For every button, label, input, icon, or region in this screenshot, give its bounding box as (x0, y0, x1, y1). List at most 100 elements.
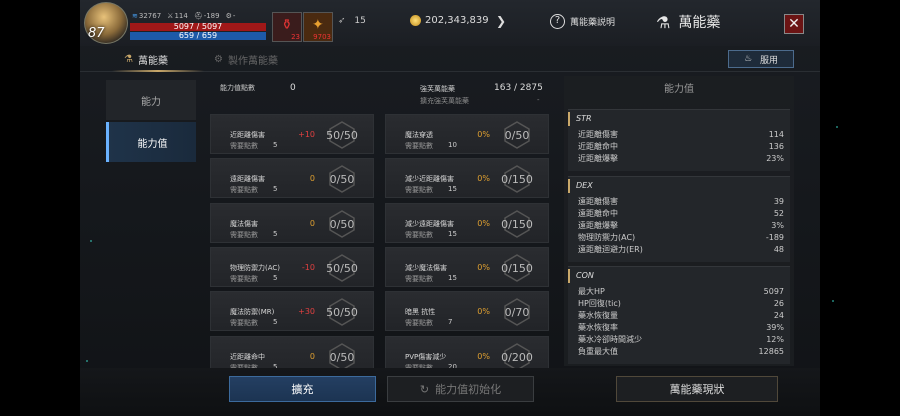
stat-row: 遠距離命中 52 (568, 208, 790, 220)
stat-card-cost: 5 (273, 318, 278, 326)
stat-card-value-text: 0/150 (501, 217, 533, 231)
stat-card[interactable]: 暗黑 抗性 需要點數 7 0% 0/70 (385, 291, 549, 331)
particle (832, 300, 834, 302)
expand-value: 163 / 2875 (494, 83, 543, 93)
stat-card-value: 0/50 (319, 165, 365, 193)
stat-b-value: 114 (174, 12, 188, 20)
stat-card-cost: 5 (273, 274, 278, 282)
stat-card-cost-label: 需要點數 (405, 231, 433, 239)
stats-panel-title: 能力值 (664, 84, 694, 95)
stat-row-label: 遠距離爆擊 (578, 221, 618, 230)
elixir-icon: ⚗ (124, 54, 133, 65)
reset-label: 能力值初始化 (435, 383, 502, 396)
stat-row: 藥水恢復量 24 (568, 310, 790, 322)
tab-elixir-label: 萬能藥 (137, 56, 168, 67)
stat-card-name: 減少遠距離傷害 (405, 220, 454, 228)
stat-card-name: 物理防禦力(AC) (230, 264, 281, 272)
stat-card[interactable]: 減少魔法傷害 需要點數 15 0% 0/150 (385, 247, 549, 287)
stat-card-value: 0/200 (494, 343, 540, 371)
reset-stats-button[interactable]: ↻ 能力值初始化 (387, 376, 534, 402)
tab-craft-elixir[interactable]: ⚙ 製作萬能藥 (214, 52, 278, 67)
stat-row-value: 5097 (763, 287, 784, 296)
stat-row: HP回復(tic) 26 (568, 298, 790, 310)
stat-card-name: 近距離命中 (230, 353, 265, 361)
stat-row-value: 3% (771, 221, 784, 230)
potion-slot-2[interactable]: ✦ 9703 (303, 12, 333, 42)
stat-card-value: 0/150 (494, 165, 540, 193)
coin-icon (410, 15, 421, 26)
help-button[interactable]: ? 萬能藥説明 (550, 14, 615, 29)
stat-card-value: 0/50 (494, 121, 540, 149)
potion-count: 23 (291, 33, 300, 41)
stat-card-bonus: 0 (309, 174, 315, 183)
player-stats: ≋ 32767 ⚔ 114 ⛑ -189 ⚙ - (132, 12, 235, 20)
stat-card[interactable]: 減少遠距離傷害 需要點數 15 0% 0/150 (385, 203, 549, 243)
stat-card-cost: 10 (448, 141, 457, 149)
stat-d: ⚙ - (226, 12, 236, 20)
stat-row-label: 負重最大值 (578, 347, 618, 356)
sidebar-item-ability[interactable]: 能力 (106, 80, 196, 120)
top-bar: 87 ≋ 32767 ⚔ 114 ⛑ -189 ⚙ - 5097 / 5097 659 … (80, 0, 820, 46)
stat-card-name: 減少魔法傷害 (405, 264, 447, 272)
stat-row-value: 114 (768, 130, 784, 139)
stat-card-value: 0/50 (319, 210, 365, 238)
stat-d-value: - (232, 12, 236, 20)
stat-row: 遠距離迴避力(ER) 48 (568, 244, 790, 256)
stat-card-value: 0/50 (319, 343, 365, 371)
stat-card-bonus: 0% (477, 174, 490, 183)
scroll-icon: ✦ (312, 17, 324, 33)
chevron-right-icon[interactable]: ❯ (496, 14, 506, 28)
stat-row-label: 近距離爆擊 (578, 154, 618, 163)
potion-slot-1[interactable]: ⚱ 23 (272, 12, 302, 42)
stat-card-value: 50/50 (319, 121, 365, 149)
refresh-icon: ↻ (419, 382, 430, 396)
potion-icon: ♨ (743, 54, 753, 64)
stat-card-value-text: 0/50 (329, 350, 355, 364)
use-button[interactable]: ♨ 服用 (728, 50, 794, 68)
stat-card-cost: 7 (448, 318, 453, 326)
app-window: 87 ≋ 32767 ⚔ 114 ⛑ -189 ⚙ - 5097 / 5097 659 … (80, 0, 820, 416)
stat-card[interactable]: 魔法防禦(MR) 需要點數 5 +30 50/50 (210, 291, 374, 331)
feather-counter: ➶ 15 (338, 16, 366, 26)
stat-card[interactable]: 遠距離傷害 需要點數 5 0 0/50 (210, 158, 374, 198)
stat-card-name: 近距離傷害 (230, 131, 265, 139)
tab-elixir[interactable]: ⚗ 萬能藥 (124, 52, 168, 67)
stat-card[interactable]: 魔法穿透 需要點數 10 0% 0/50 (385, 114, 549, 154)
stat-card[interactable]: 近距離傷害 需要點數 5 +10 50/50 (210, 114, 374, 154)
stat-card[interactable]: 減少近距離傷害 需要點數 15 0% 0/150 (385, 158, 549, 198)
stat-card-value: 0/150 (494, 210, 540, 238)
close-button[interactable]: ✕ (784, 14, 804, 34)
stat-card-bonus: 0% (477, 130, 490, 139)
stat-row-label: 最大HP (578, 287, 605, 296)
stat-card-value-text: 0/50 (329, 172, 355, 186)
stat-card-name: PVP傷害減少 (405, 353, 447, 361)
stat-row-label: 物理防禦力(AC) (578, 233, 636, 242)
stat-card[interactable]: 物理防禦力(AC) 需要點數 5 -10 50/50 (210, 247, 374, 287)
stat-row: 最大HP 5097 (568, 286, 790, 298)
stat-card-bonus: +10 (298, 130, 315, 139)
elixir-status-button[interactable]: 萬能藥現狀 (616, 376, 778, 402)
stat-card-name: 魔法穿透 (405, 131, 433, 139)
particle (86, 360, 88, 362)
stat-row-value: 12865 (758, 347, 784, 356)
stat-card-name: 魔法防禦(MR) (230, 308, 275, 316)
section-title: STR (568, 112, 790, 126)
stat-row: 藥水冷卻時間減少 12% (568, 334, 790, 346)
stat-card-name: 暗黑 抗性 (405, 308, 436, 316)
tab-bar: ⚗ 萬能藥 ⚙ 製作萬能藥 (80, 48, 820, 72)
sidebar-item-stats[interactable]: 能力值 (106, 122, 196, 162)
stat-card-cost-label: 需要點數 (230, 186, 258, 194)
expand-button[interactable]: 擴充 (229, 376, 376, 402)
stats-section-dex: DEX 遠距離傷害 39 遠距離命中 52 遠距離爆擊 3% 物理防禦力(AC) -189 遠距… (568, 176, 790, 262)
stat-row-value: 52 (773, 209, 784, 218)
stat-card-bonus: 0 (309, 352, 315, 361)
question-icon: ? (550, 14, 565, 29)
stat-card[interactable]: 魔法傷害 需要點數 5 0 0/50 (210, 203, 374, 243)
stat-c-value: -189 (203, 12, 220, 20)
stat-card-bonus: 0% (477, 307, 490, 316)
stat-card-value-text: 0/50 (504, 128, 530, 142)
stat-card-value: 50/50 (319, 254, 365, 282)
stat-card-bonus: 0% (477, 352, 490, 361)
player-level: 87 (88, 26, 105, 41)
stat-card-value-text: 0/150 (501, 261, 533, 275)
